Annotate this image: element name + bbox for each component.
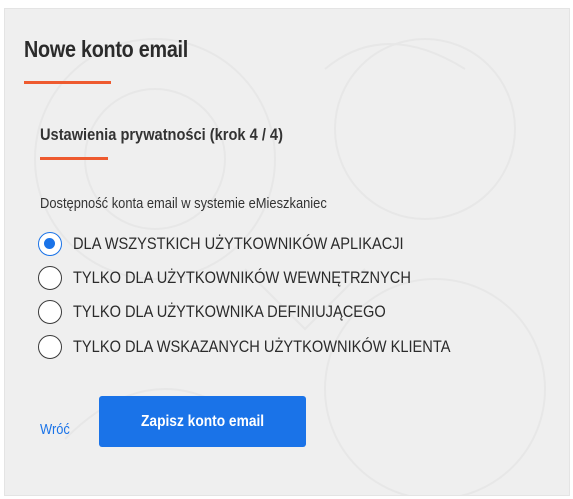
radio-option-selected-client-users[interactable]: TYLKO DLA WSKAZANYCH UŻYTKOWNIKÓW KLIENT… <box>38 334 512 360</box>
save-button-label: Zapisz konto email <box>140 412 265 430</box>
radio-option-label: TYLKO DLA UŻYTKOWNIKÓW WEWNĘTRZNYCH <box>73 268 411 287</box>
radio-option-label: DLA WSZYSTKICH UŻYTKOWNIKÓW APLIKACJI <box>73 234 404 253</box>
step-title: Ustawienia prywatności (krok 4 / 4) <box>40 125 283 144</box>
availability-field-label: Dostępność konta email w systemie eMiesz… <box>40 195 327 212</box>
radio-option-internal-users[interactable]: TYLKO DLA UŻYTKOWNIKÓW WEWNĘTRZNYCH <box>38 265 466 291</box>
radio-option-all-users[interactable]: DLA WSZYSTKICH UŻYTKOWNIKÓW APLIKACJI <box>38 231 457 257</box>
radio-option-label: TYLKO DLA WSKAZANYCH UŻYTKOWNIKÓW KLIENT… <box>73 337 451 356</box>
radio-option-label: TYLKO DLA UŻYTKOWNIKA DEFINIUJĄCEGO <box>73 302 386 321</box>
radio-button-all-users[interactable] <box>38 232 62 256</box>
back-link[interactable]: Wróć <box>40 421 70 438</box>
title-underline <box>24 81 111 84</box>
radio-option-defining-user[interactable]: TYLKO DLA UŻYTKOWNIKA DEFINIUJĄCEGO <box>38 299 437 325</box>
step-title-underline <box>40 157 108 160</box>
radio-button-internal-users[interactable] <box>38 266 62 290</box>
new-email-account-panel: Nowe konto email Ustawienia prywatności … <box>4 8 570 496</box>
radio-button-selected-client-users[interactable] <box>38 335 62 359</box>
page-title: Nowe konto email <box>24 36 189 62</box>
save-email-account-button[interactable]: Zapisz konto email <box>99 396 306 447</box>
radio-button-defining-user[interactable] <box>38 300 62 324</box>
